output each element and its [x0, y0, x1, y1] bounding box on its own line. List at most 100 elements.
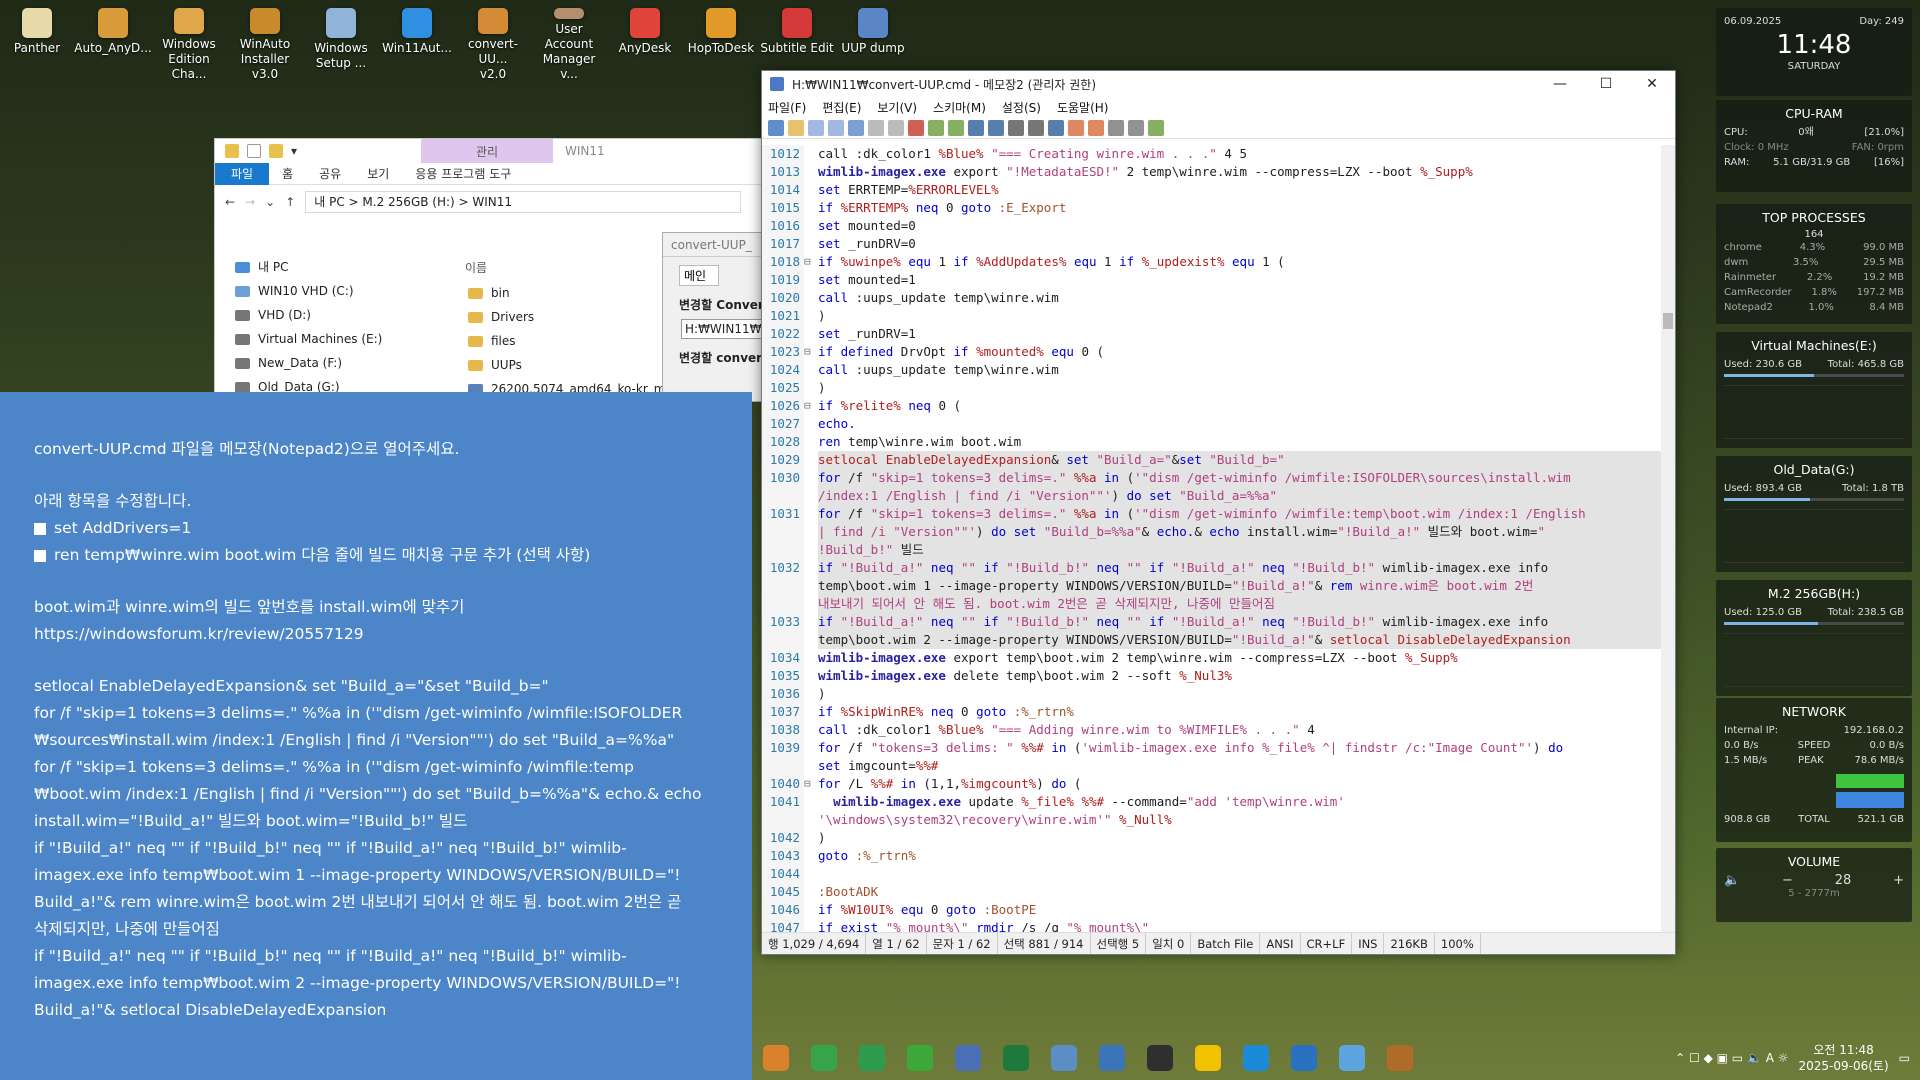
taskbar-app-icon[interactable] [1147, 1045, 1173, 1071]
desktop-icon[interactable]: WinAuto Installer v3.0 [228, 4, 302, 82]
code-line[interactable]: 1015 if %ERRTEMP% neq 0 goto :E_Export [762, 199, 1661, 217]
desktop-icon[interactable]: convert-UU... v2.0 [456, 4, 530, 82]
code-line[interactable]: 1031 for /f "skip=1 tokens=3 delims=." %%… [762, 505, 1661, 523]
code-line[interactable]: 1040 ⊟ for /L %%# in (1,1,%imgcount%) do ( [762, 775, 1661, 793]
path-box[interactable]: 내 PC > M.2 256GB (H:) > WIN11 [305, 191, 741, 213]
volume-minus[interactable]: − [1782, 873, 1793, 888]
taskbar-app-icon[interactable] [811, 1045, 837, 1071]
file-row[interactable]: files [468, 329, 684, 353]
vertical-scrollbar[interactable] [1661, 145, 1675, 932]
toolbar-button-icon[interactable] [788, 119, 804, 136]
desktop-icon[interactable]: Auto_AnyD... [74, 4, 152, 82]
code-line[interactable]: 1039 for /f "tokens=3 delims: " %%# in ('… [762, 739, 1661, 757]
code-line[interactable]: | find /i "Version""') do set "Build_b=%… [762, 523, 1661, 541]
code-line[interactable]: 1027 echo. [762, 415, 1661, 433]
toolbar-button-icon[interactable] [1088, 119, 1104, 136]
desktop-icon[interactable]: Panther [0, 4, 74, 82]
code-line[interactable]: temp\boot.wim 2 --image-property WINDOWS… [762, 631, 1661, 649]
notification-icon[interactable]: ▭ [1899, 1051, 1910, 1065]
code-line[interactable]: 1036) [762, 685, 1661, 703]
nav-item[interactable]: WIN10 VHD (C:) [235, 279, 445, 303]
taskbar-app-icon[interactable] [859, 1045, 885, 1071]
toolbar-button-icon[interactable] [988, 119, 1004, 136]
scroll-thumb[interactable] [1663, 313, 1673, 329]
code-line[interactable]: 1033 if "!Build_a!" neq "" if "!Build_b!"… [762, 613, 1661, 631]
code-line[interactable]: set imgcount=%%# [762, 757, 1661, 775]
toolbar-button-icon[interactable] [1148, 119, 1164, 136]
convert-uup-dialog[interactable]: convert-UUP_ 메인 변경할 Conver H:₩WIN11₩ 변경할… [662, 232, 772, 402]
menu-item[interactable]: 파일(F) [768, 99, 806, 116]
code-line[interactable]: 1046 if %W10UI% equ 0 goto :BootPE [762, 901, 1661, 919]
file-row[interactable]: UUPs [468, 353, 684, 377]
taskbar-app-icon[interactable] [1051, 1045, 1077, 1071]
ribbon-tab[interactable]: 공유 [306, 165, 354, 182]
taskbar-clock[interactable]: 오전 11:48 2025-09-06(토) [1799, 1042, 1889, 1074]
speaker-icon[interactable]: 🔈 [1724, 873, 1740, 888]
code-line[interactable]: 1028 ren temp\winre.wim boot.wim [762, 433, 1661, 451]
toolbar-button-icon[interactable] [1028, 119, 1044, 136]
code-line[interactable]: 내보내기 되어서 안 해도 됨. boot.wim 2번은 곧 삭제되지만, 나… [762, 595, 1661, 613]
desktop-icon[interactable]: Win11Aut... [380, 4, 454, 82]
desktop-icon[interactable]: AnyDesk [608, 4, 682, 82]
toolbar-button-icon[interactable] [908, 119, 924, 136]
taskbar-app-icon[interactable] [1243, 1045, 1269, 1071]
menu-item[interactable]: 스키마(M) [933, 99, 986, 116]
toolbar-button-icon[interactable] [848, 119, 864, 136]
toolbar-button-icon[interactable] [1008, 119, 1024, 136]
breadcrumb-item[interactable]: M.2 256GB (H:) [362, 195, 454, 209]
taskbar-app-icon[interactable] [1003, 1045, 1029, 1071]
code-line[interactable]: 1030 for /f "skip=1 tokens=3 delims=." %%… [762, 469, 1661, 487]
desktop-icon[interactable]: HopToDesk [684, 4, 758, 82]
minimize-button[interactable]: — [1537, 76, 1583, 92]
toolbar-button-icon[interactable] [768, 119, 784, 136]
code-line[interactable]: 1012 call :dk_color1 %Blue% "=== Creating… [762, 145, 1661, 163]
menu-item[interactable]: 편집(E) [822, 99, 861, 116]
code-line[interactable]: 1043 goto :%_rtrn% [762, 847, 1661, 865]
folder-icon[interactable] [269, 144, 283, 158]
code-line[interactable]: 1034 wimlib-imagex.exe export temp\boot.w… [762, 649, 1661, 667]
taskbar-app-icon[interactable] [1291, 1045, 1317, 1071]
ribbon-tab[interactable]: 응용 프로그램 도구 [402, 165, 524, 182]
toolbar-button-icon[interactable] [1128, 119, 1144, 136]
forward-icon[interactable]: → [245, 195, 255, 209]
toolbar-button-icon[interactable] [1108, 119, 1124, 136]
toolbar-button-icon[interactable] [888, 119, 904, 136]
code-line[interactable]: 1029 setlocal EnableDelayedExpansion& set… [762, 451, 1661, 469]
volume-plus[interactable]: + [1893, 873, 1904, 888]
code-line[interactable]: 1014 set ERRTEMP=%ERRORLEVEL% [762, 181, 1661, 199]
code-line[interactable]: 1044 [762, 865, 1661, 883]
notepad2-window[interactable]: H:₩WIN11₩convert-UUP.cmd - 메모장2 (관리자 권한)… [761, 70, 1676, 955]
check-icon[interactable] [247, 144, 261, 158]
nav-item[interactable]: 내 PC [235, 255, 445, 279]
code-line[interactable]: 1013 wimlib-imagex.exe export "!MetadataE… [762, 163, 1661, 181]
ribbon-tab[interactable]: 홈 [269, 165, 306, 182]
menu-item[interactable]: 도움말(H) [1057, 99, 1109, 116]
code-line[interactable]: temp\boot.wim 1 --image-property WINDOWS… [762, 577, 1661, 595]
ribbon-context-tab[interactable]: 관리 [421, 139, 553, 163]
code-line[interactable]: 1019 set mounted=1 [762, 271, 1661, 289]
code-line[interactable]: /index:1 /English | find /i "Version""')… [762, 487, 1661, 505]
menu-item[interactable]: 설정(S) [1002, 99, 1041, 116]
nav-item[interactable]: VHD (D:) [235, 303, 445, 327]
toolbar-button-icon[interactable] [828, 119, 844, 136]
code-line[interactable]: !Build_b!" 빌드 [762, 541, 1661, 559]
dropdown-icon[interactable]: ▾ [291, 144, 297, 158]
ribbon-tab[interactable]: 파일 [215, 162, 270, 185]
code-line[interactable]: 1018 ⊟ if %uwinpe% equ 1 if %AddUpdates% e… [762, 253, 1661, 271]
toolbar-button-icon[interactable] [928, 119, 944, 136]
code-line[interactable]: 1023 ⊟ if defined DrvOpt if %mounted% equ … [762, 343, 1661, 361]
code-line[interactable]: '\windows\system32\recovery\winre.wim'" … [762, 811, 1661, 829]
dialog-path-field[interactable]: H:₩WIN11₩ [681, 319, 771, 339]
code-line[interactable]: 1021) [762, 307, 1661, 325]
close-button[interactable]: ✕ [1629, 76, 1675, 92]
code-line[interactable]: 1038 call :dk_color1 %Blue% "=== Adding w… [762, 721, 1661, 739]
fold-marker[interactable]: ⊟ [804, 775, 818, 793]
toolbar-button-icon[interactable] [968, 119, 984, 136]
fold-marker[interactable]: ⊟ [804, 397, 818, 415]
taskbar-app-icon[interactable] [907, 1045, 933, 1071]
desktop-icon[interactable]: Windows Setup ... [304, 4, 378, 82]
desktop-icon[interactable]: Windows Edition Cha... [152, 4, 226, 82]
breadcrumb-item[interactable]: WIN11 [472, 195, 512, 209]
code-line[interactable]: 1032 if "!Build_a!" neq "" if "!Build_b!"… [762, 559, 1661, 577]
tab-main[interactable]: 메인 [679, 265, 719, 286]
